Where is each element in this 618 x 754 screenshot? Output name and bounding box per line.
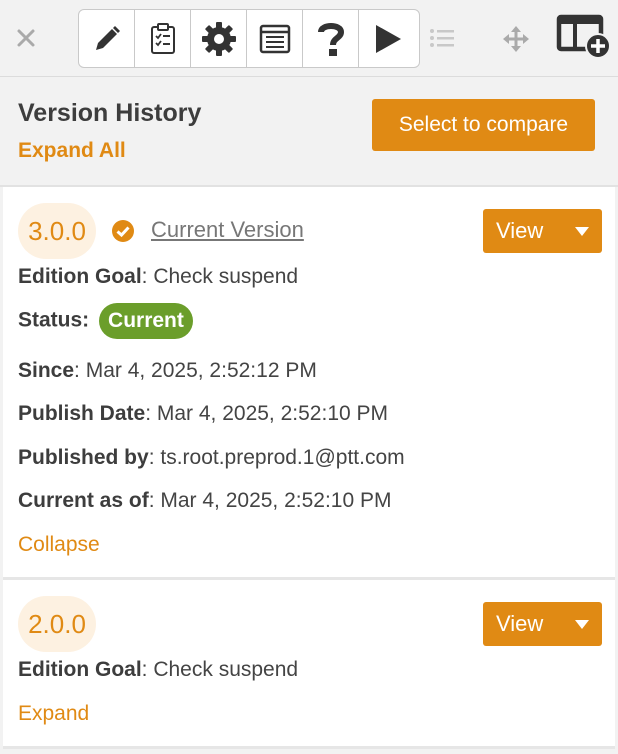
edition-goal-field: Edition Goal: Check suspend xyxy=(18,265,298,289)
since-field: Since: Mar 4, 2025, 2:52:12 PM xyxy=(18,359,317,383)
play-icon xyxy=(376,24,401,53)
status-field: Status: Current xyxy=(18,303,193,339)
current-as-of-value: : Mar 4, 2025, 2:52:10 PM xyxy=(148,489,392,512)
current-as-of-label: Current as of xyxy=(18,489,149,512)
expand-all-link[interactable]: Expand All xyxy=(18,139,126,163)
help-button[interactable] xyxy=(303,10,359,67)
select-to-compare-button[interactable]: Select to compare xyxy=(372,99,595,151)
since-value: : Mar 4, 2025, 2:52:12 PM xyxy=(74,359,317,382)
checklist-button[interactable] xyxy=(135,10,191,67)
add-panel-icon[interactable] xyxy=(556,12,614,62)
check-circle-icon xyxy=(111,219,135,243)
version-badge: 2.0.0 xyxy=(18,596,96,652)
edition-goal-field: Edition Goal: Check suspend xyxy=(18,658,298,682)
run-button[interactable] xyxy=(359,10,417,67)
help-icon xyxy=(317,22,344,56)
version-history-header: Version History Expand All Select to com… xyxy=(0,77,618,187)
status-badge: Current xyxy=(99,303,193,339)
caret-down-icon xyxy=(575,227,589,236)
view-dropdown-button[interactable]: View xyxy=(483,209,602,253)
form-icon xyxy=(259,24,290,53)
view-label: View xyxy=(496,611,544,636)
current-version-link[interactable]: Current Version xyxy=(151,217,304,243)
clipboard-checklist-icon xyxy=(150,22,175,54)
list-icon[interactable] xyxy=(428,24,456,52)
move-icon[interactable] xyxy=(503,26,529,52)
publish-date-value: : Mar 4, 2025, 2:52:10 PM xyxy=(145,402,389,425)
publish-date-label: Publish Date xyxy=(18,402,146,425)
collapse-link[interactable]: Collapse xyxy=(18,533,100,557)
since-label: Since xyxy=(18,359,75,382)
version-badge: 3.0.0 xyxy=(18,203,96,259)
edition-goal-label: Edition Goal xyxy=(18,658,142,681)
page-title: Version History xyxy=(18,99,202,127)
published-by-field: Published by: ts.root.preprod.1@ptt.com xyxy=(18,446,405,470)
pencil-icon xyxy=(95,25,120,50)
toolbar xyxy=(0,0,618,77)
expand-link[interactable]: Expand xyxy=(18,702,89,726)
published-by-value: : ts.root.preprod.1@ptt.com xyxy=(148,446,405,469)
close-icon[interactable] xyxy=(14,26,38,50)
view-dropdown-button[interactable]: View xyxy=(483,602,602,646)
toolbar-button-group xyxy=(78,9,420,68)
gear-icon xyxy=(201,21,236,56)
published-by-label: Published by xyxy=(18,446,149,469)
edition-goal-value: : Check suspend xyxy=(141,658,299,681)
edit-button[interactable] xyxy=(79,10,135,67)
status-label: Status: xyxy=(18,308,90,332)
publish-date-field: Publish Date: Mar 4, 2025, 2:52:10 PM xyxy=(18,402,388,426)
form-button[interactable] xyxy=(247,10,303,67)
edition-goal-value: : Check suspend xyxy=(141,265,299,288)
version-card: 3.0.0 Current Version View Edition Goal:… xyxy=(3,187,615,580)
settings-button[interactable] xyxy=(191,10,247,67)
version-card: 2.0.0 View Edition Goal: Check suspend E… xyxy=(3,580,615,749)
edition-goal-label: Edition Goal xyxy=(18,265,142,288)
current-as-of-field: Current as of: Mar 4, 2025, 2:52:10 PM xyxy=(18,489,392,513)
view-label: View xyxy=(496,218,544,243)
caret-down-icon xyxy=(575,620,589,629)
